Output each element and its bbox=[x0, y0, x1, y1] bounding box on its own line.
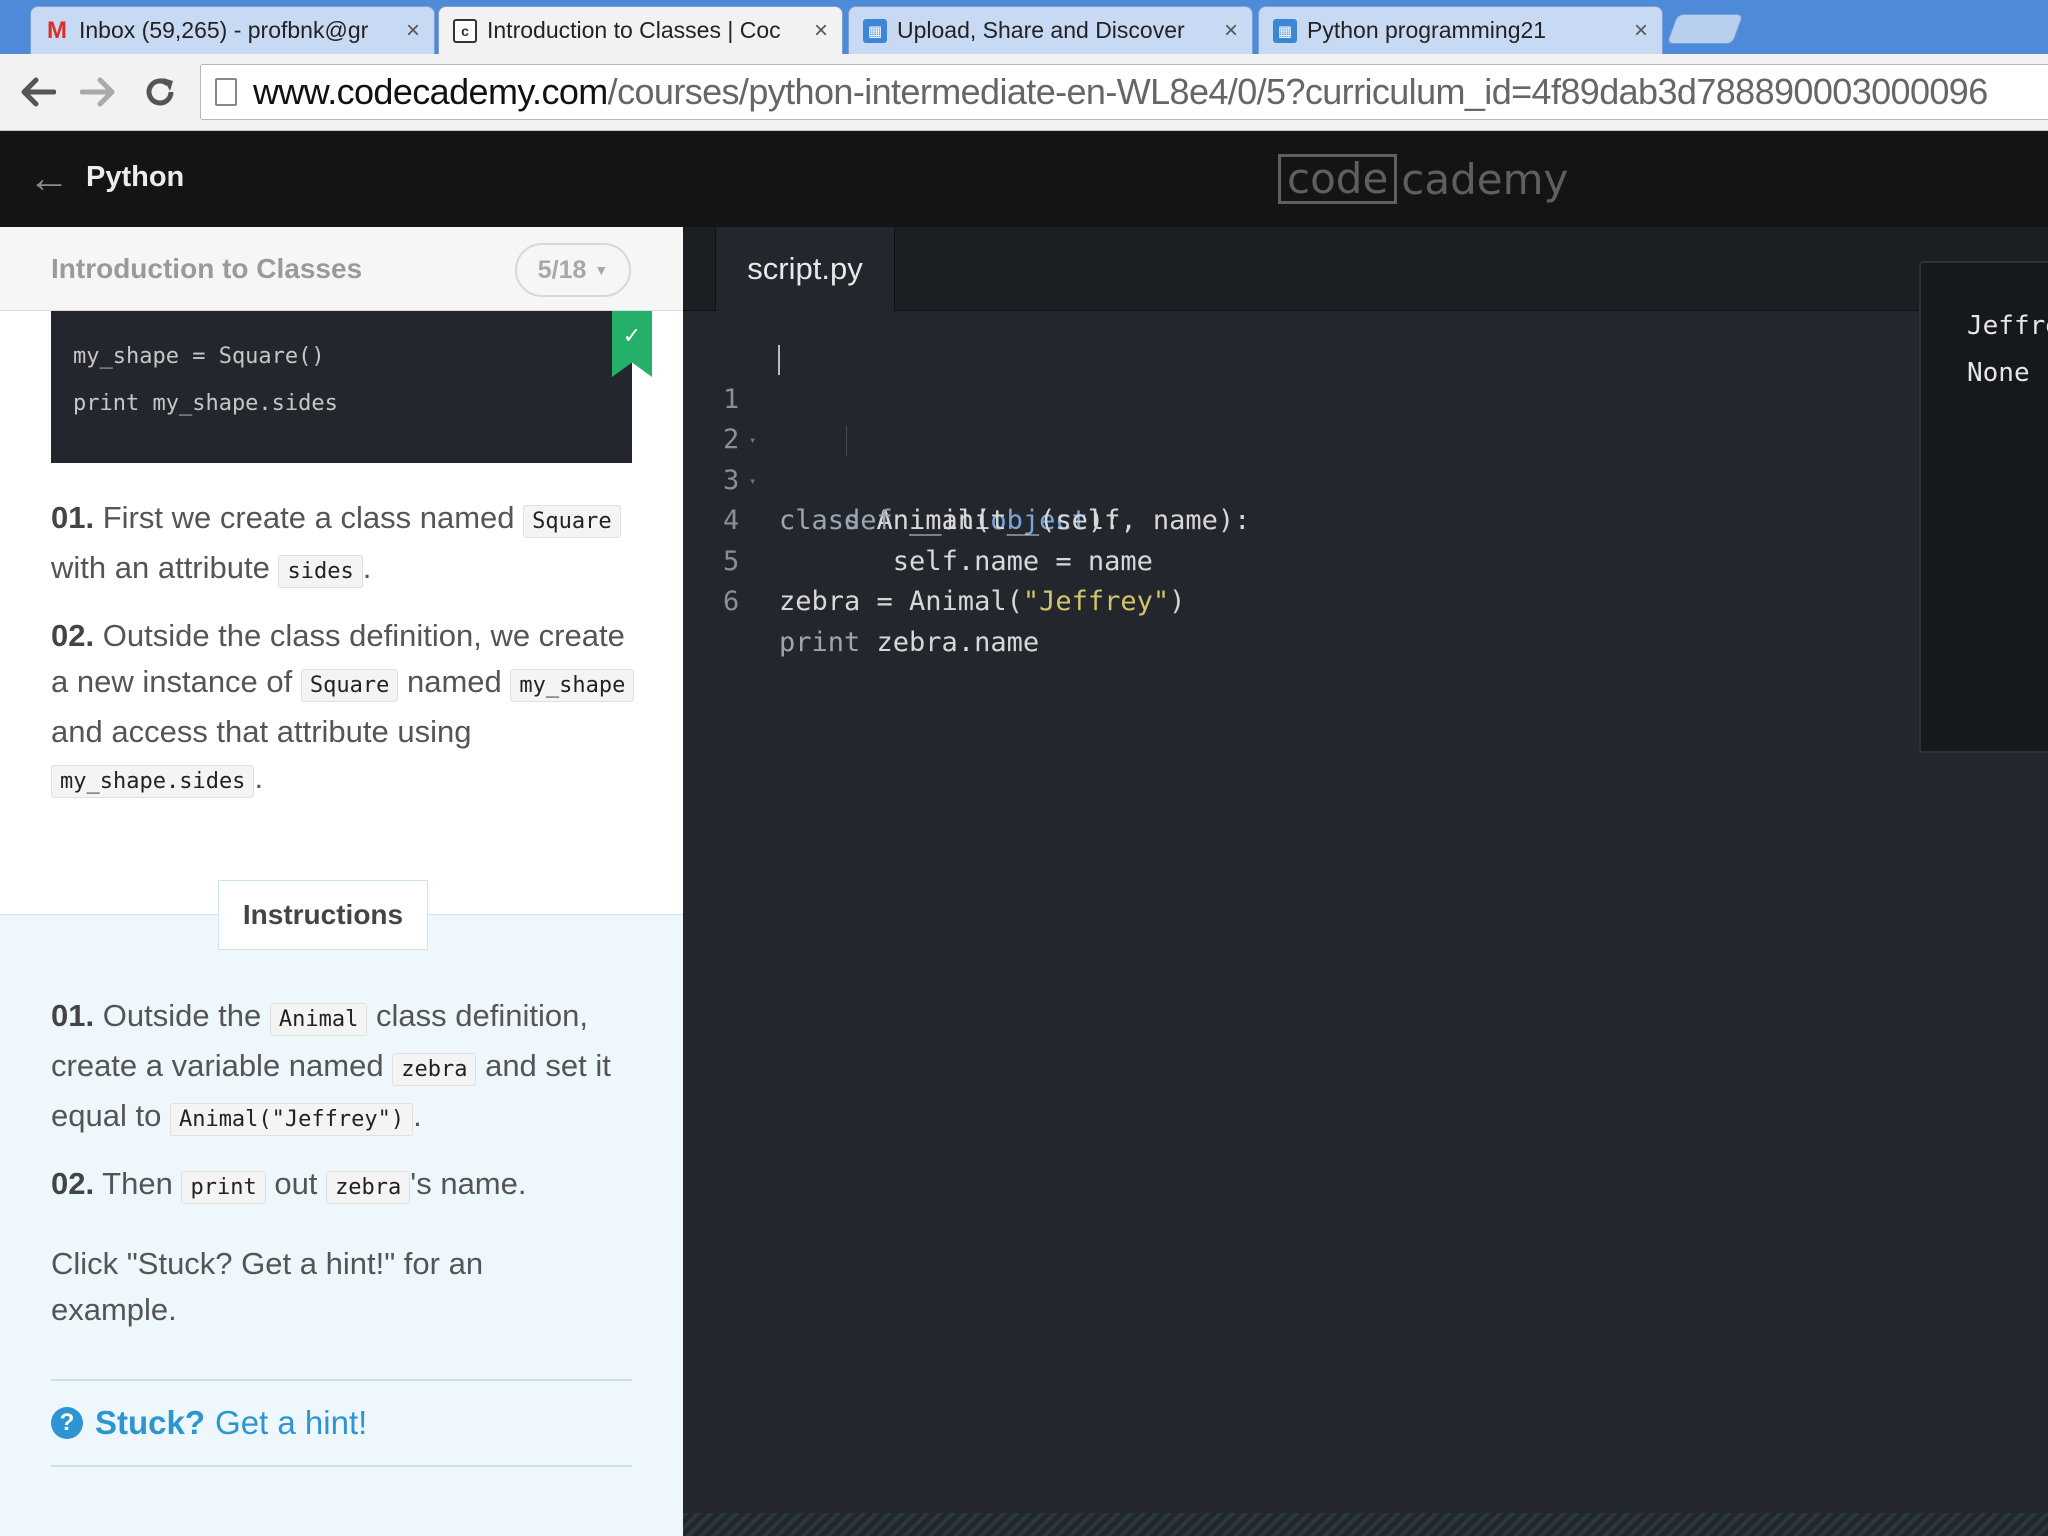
inline-code: my_shape.sides bbox=[51, 765, 255, 798]
code-line: 3 self.name = name bbox=[683, 420, 1923, 577]
forward-arrow-icon[interactable] bbox=[74, 68, 122, 116]
board-icon: ▦ bbox=[1273, 18, 1297, 43]
code-line: 5 zebra = Animal("Jeffrey") bbox=[683, 501, 1923, 618]
inline-code: Square bbox=[523, 505, 621, 538]
step-text: Then bbox=[102, 1166, 173, 1201]
url-text: www.codecademy.com/courses/python-interm… bbox=[253, 71, 1988, 113]
text-cursor bbox=[778, 345, 780, 375]
code-line: 6 print zebra.name bbox=[683, 542, 1923, 658]
address-bar[interactable]: www.codecademy.com/courses/python-interm… bbox=[200, 64, 2048, 120]
checkmark-bookmark-icon: ✓ bbox=[612, 311, 652, 377]
instruction-note: Click "Stuck? Get a hint!" for an exampl… bbox=[51, 1246, 484, 1327]
hint-row[interactable]: ? Stuck? Get a hint! bbox=[51, 1379, 632, 1467]
example-code-block: my_shape = Square() print my_shape.sides bbox=[51, 311, 632, 463]
lesson-step-2: 02. Outside the class definition, we cre… bbox=[51, 613, 641, 805]
lesson-header: Introduction to Classes 5/18 ▼ bbox=[0, 227, 683, 311]
code-line: 2 ▾ def __init__(self, name): bbox=[683, 380, 1923, 536]
tab-title: Introduction to Classes | Coc bbox=[487, 17, 781, 43]
inline-code: Animal bbox=[269, 1003, 368, 1036]
instruction-step-1: 01. Outside the Animal class definition,… bbox=[51, 993, 641, 1143]
url-path: /courses/python-intermediate-en-WL8e4/0/… bbox=[607, 71, 1989, 112]
step-number: 01. bbox=[51, 998, 95, 1033]
codecademy-icon: c bbox=[453, 18, 477, 43]
code-line: my_shape = Square() bbox=[73, 344, 325, 369]
step-text: out bbox=[274, 1166, 318, 1201]
step-number: 01. bbox=[51, 500, 95, 535]
step-text: with an attribute bbox=[51, 550, 270, 585]
lesson-title: Introduction to Classes bbox=[51, 253, 363, 284]
inline-code: zebra bbox=[392, 1053, 477, 1086]
question-icon: ? bbox=[51, 1407, 83, 1439]
url-host: www.codecademy.com bbox=[253, 71, 608, 112]
lesson-step-1: 01. First we create a class named Square… bbox=[51, 495, 641, 595]
tab-introduction-to-classes[interactable]: c Introduction to Classes | Coc × bbox=[438, 6, 843, 54]
logo-rest-text: cademy bbox=[1401, 154, 1569, 204]
close-icon[interactable]: × bbox=[406, 17, 420, 45]
output-line: Jeffrey bbox=[1967, 311, 2048, 341]
step-text: . bbox=[362, 550, 372, 585]
code-line: print my_shape.sides bbox=[73, 391, 338, 416]
app-header: ← Python code cademy bbox=[0, 131, 2048, 227]
tab-upload-share[interactable]: ▦ Upload, Share and Discover × bbox=[848, 6, 1253, 54]
step-text: named bbox=[407, 664, 502, 699]
tab-title: Python programming21 bbox=[1307, 17, 1547, 43]
step-text: Outside the bbox=[102, 998, 262, 1033]
inline-code: Square bbox=[300, 669, 399, 702]
progress-text: 5/18 bbox=[537, 255, 587, 284]
gmail-icon: M bbox=[47, 16, 67, 44]
lesson-panel: Introduction to Classes 5/18 ▼ my_shape … bbox=[0, 227, 683, 1536]
instruction-step-2: 02. Then print out zebra's name. bbox=[51, 1161, 641, 1211]
code-area[interactable]: 1 ▾ class Animal(object): 2 ▾ def __init… bbox=[683, 339, 1923, 658]
hint-stuck-label: Stuck? bbox=[95, 1404, 206, 1441]
step-text: 's name. bbox=[410, 1166, 527, 1201]
tab-title: Inbox (59,265) - profbnk@gr bbox=[79, 17, 369, 43]
step-text: First we create a class named bbox=[102, 500, 515, 535]
step-text: . bbox=[413, 1098, 422, 1133]
step-text: . bbox=[254, 760, 264, 795]
lesson-text: 01. First we create a class named Square… bbox=[51, 495, 641, 823]
browser-tab-bar: M Inbox (59,265) - profbnk@gr × c Introd… bbox=[0, 0, 2048, 54]
output-line: None bbox=[1967, 358, 2030, 388]
inline-code: sides bbox=[278, 555, 363, 588]
back-arrow-icon[interactable]: ← bbox=[28, 153, 70, 203]
logo-box-text: code bbox=[1278, 154, 1398, 204]
line-number: 6 bbox=[723, 586, 740, 617]
back-arrow-icon[interactable] bbox=[14, 68, 62, 116]
close-icon[interactable]: × bbox=[1634, 17, 1648, 45]
close-icon[interactable]: × bbox=[814, 17, 828, 45]
step-number: 02. bbox=[51, 1166, 95, 1201]
editor-footer bbox=[683, 1513, 2048, 1536]
inline-code: print bbox=[181, 1171, 266, 1204]
code-line: 4 bbox=[683, 461, 1923, 536]
step-number: 02. bbox=[51, 618, 95, 653]
new-tab-button[interactable] bbox=[1666, 14, 1744, 44]
indent-guide bbox=[846, 426, 847, 456]
output-panel: Jeffrey None bbox=[1919, 261, 2048, 753]
inline-code: Animal("Jeffrey") bbox=[169, 1103, 414, 1136]
code-line: 1 ▾ class Animal(object): bbox=[683, 339, 1923, 536]
code-text: print zebra.name bbox=[779, 626, 1040, 658]
browser-toolbar: www.codecademy.com/courses/python-interm… bbox=[0, 54, 2048, 131]
editor-tab-strip: script.py bbox=[683, 227, 2048, 311]
codecademy-logo[interactable]: code cademy bbox=[1278, 153, 1568, 205]
chevron-down-icon: ▼ bbox=[594, 262, 609, 278]
tab-instructions[interactable]: Instructions bbox=[218, 880, 428, 950]
page-icon bbox=[215, 78, 237, 106]
hint-link[interactable]: Get a hint! bbox=[215, 1404, 367, 1442]
reload-icon[interactable] bbox=[136, 68, 184, 116]
inline-code: my_shape bbox=[510, 669, 635, 702]
close-icon[interactable]: × bbox=[1224, 17, 1238, 45]
inline-code: zebra bbox=[326, 1171, 411, 1204]
instructions-text: 01. Outside the Animal class definition,… bbox=[51, 993, 641, 1351]
code-text: zebra = Animal("Jeffrey") bbox=[779, 586, 1186, 617]
code-editor: script.py 1 ▾ class Animal(object): 2 ▾ … bbox=[683, 227, 2048, 1536]
tab-script-py[interactable]: script.py bbox=[715, 227, 895, 311]
course-name[interactable]: Python bbox=[86, 161, 184, 194]
board-icon: ▦ bbox=[863, 18, 887, 43]
progress-dropdown[interactable]: 5/18 ▼ bbox=[515, 243, 631, 297]
step-text: and access that attribute using bbox=[51, 714, 472, 749]
tab-python-programming21[interactable]: ▦ Python programming21 × bbox=[1258, 6, 1663, 54]
tab-inbox[interactable]: M Inbox (59,265) - profbnk@gr × bbox=[30, 6, 435, 54]
tab-title: Upload, Share and Discover bbox=[897, 17, 1185, 43]
